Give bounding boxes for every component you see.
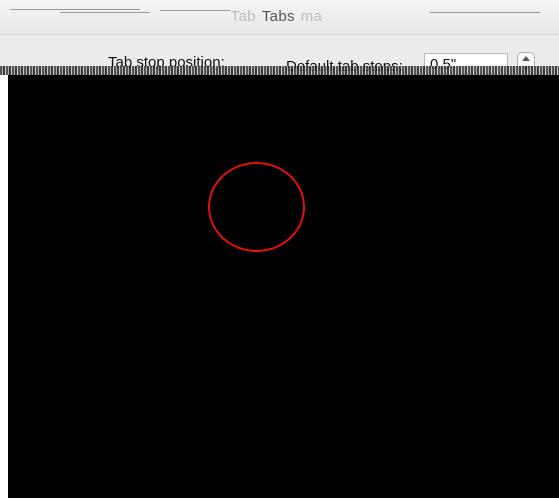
window-title: Tab Tabs ma bbox=[0, 8, 559, 25]
window-title-text: Tabs bbox=[261, 8, 295, 25]
blank-black-panel bbox=[8, 75, 559, 498]
render-glitch-band bbox=[0, 66, 559, 75]
left-edge-strip bbox=[0, 75, 8, 498]
window-title-obscured-suffix: ma bbox=[300, 8, 323, 25]
chevron-up-icon[interactable] bbox=[522, 56, 530, 61]
title-bar: Tab Tabs ma bbox=[0, 0, 559, 35]
tabs-dialog-window: TabTabsma Tab stop position: Default tab… bbox=[0, 0, 559, 498]
window-title-obscured-prefix: Tab bbox=[230, 8, 256, 25]
red-highlight-circle bbox=[208, 162, 305, 252]
